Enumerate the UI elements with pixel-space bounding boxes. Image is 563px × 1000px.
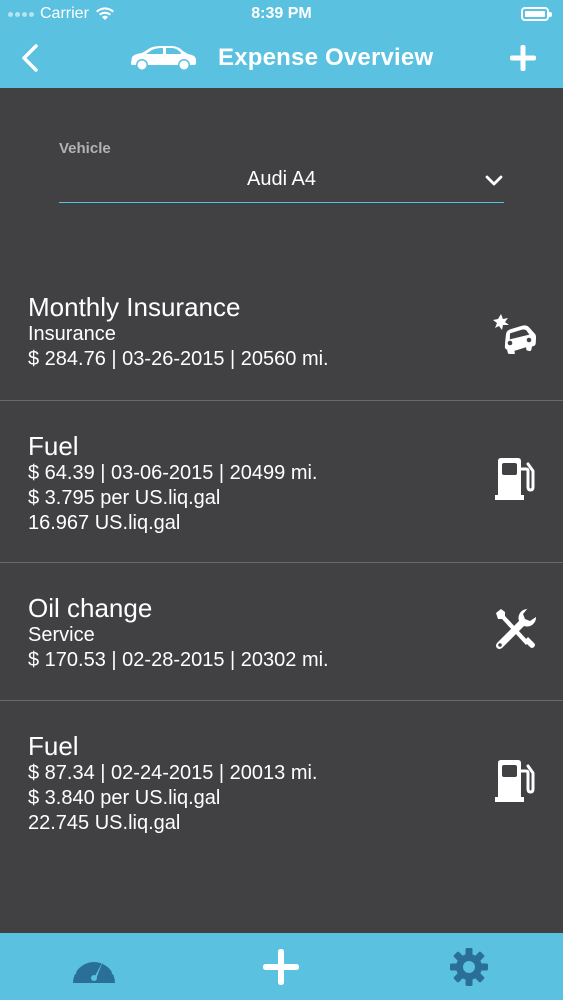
chevron-left-icon <box>22 44 38 72</box>
expense-item[interactable]: Monthly Insurance Insurance $ 284.76 | 0… <box>0 268 563 401</box>
nav-title-group: Expense Overview <box>128 28 433 88</box>
expense-item[interactable]: Oil change Service $ 170.53 | 02-28-2015… <box>0 563 563 701</box>
status-bar: Carrier 8:39 PM <box>0 0 563 28</box>
expense-summary: $ 170.53 | 02-28-2015 | 20302 mi. <box>28 649 329 671</box>
back-button[interactable] <box>12 38 48 78</box>
tab-settings[interactable] <box>445 945 493 989</box>
expense-list: Monthly Insurance Insurance $ 284.76 | 0… <box>0 268 563 871</box>
speedometer-icon <box>71 953 117 983</box>
vehicle-dropdown[interactable]: Audi A4 <box>59 157 504 203</box>
expense-summary: $ 64.39 | 03-06-2015 | 20499 mi. <box>28 462 318 484</box>
carrier-label: Carrier <box>40 5 89 22</box>
wifi-icon <box>95 7 114 20</box>
expense-title: Fuel <box>28 431 79 461</box>
expense-quantity: 16.967 US.liq.gal <box>28 512 181 534</box>
expense-title: Monthly Insurance <box>28 292 241 322</box>
expense-summary: $ 87.34 | 02-24-2015 | 20013 mi. <box>28 762 318 784</box>
chevron-down-icon <box>485 175 503 186</box>
add-expense-button[interactable] <box>505 40 541 76</box>
tools-icon <box>496 608 537 649</box>
expense-title: Oil change <box>28 593 153 623</box>
signal-icon <box>8 11 34 17</box>
expense-price-per-unit: $ 3.840 per US.liq.gal <box>28 787 221 809</box>
tab-add[interactable] <box>257 945 305 989</box>
expense-item[interactable]: Fuel $ 87.34 | 02-24-2015 | 20013 mi. $ … <box>0 701 563 871</box>
tab-dashboard[interactable] <box>70 945 118 989</box>
vehicle-label: Vehicle <box>59 140 111 157</box>
status-left: Carrier <box>8 5 115 23</box>
expense-category: Insurance <box>28 323 116 345</box>
vehicle-section: Vehicle Audi A4 <box>59 140 504 203</box>
tab-bar <box>0 933 563 1000</box>
car-icon <box>131 46 196 70</box>
battery-icon <box>521 7 552 21</box>
car-crash-icon <box>493 314 537 354</box>
expense-price-per-unit: $ 3.795 per US.liq.gal <box>28 487 221 509</box>
navigation-bar: Expense Overview <box>0 28 563 88</box>
expense-title: Fuel <box>28 731 79 761</box>
page-title: Expense Overview <box>218 44 434 71</box>
expense-item[interactable]: Fuel $ 64.39 | 03-06-2015 | 20499 mi. $ … <box>0 401 563 563</box>
plus-icon <box>263 949 299 985</box>
expense-summary: $ 284.76 | 03-26-2015 | 20560 mi. <box>28 348 329 370</box>
fuel-pump-icon <box>495 458 535 500</box>
vehicle-value: Audi A4 <box>247 168 316 190</box>
fuel-pump-icon <box>495 760 535 802</box>
expense-category: Service <box>28 624 95 646</box>
gear-icon <box>450 948 488 986</box>
expense-quantity: 22.745 US.liq.gal <box>28 812 181 834</box>
plus-icon <box>510 45 536 71</box>
